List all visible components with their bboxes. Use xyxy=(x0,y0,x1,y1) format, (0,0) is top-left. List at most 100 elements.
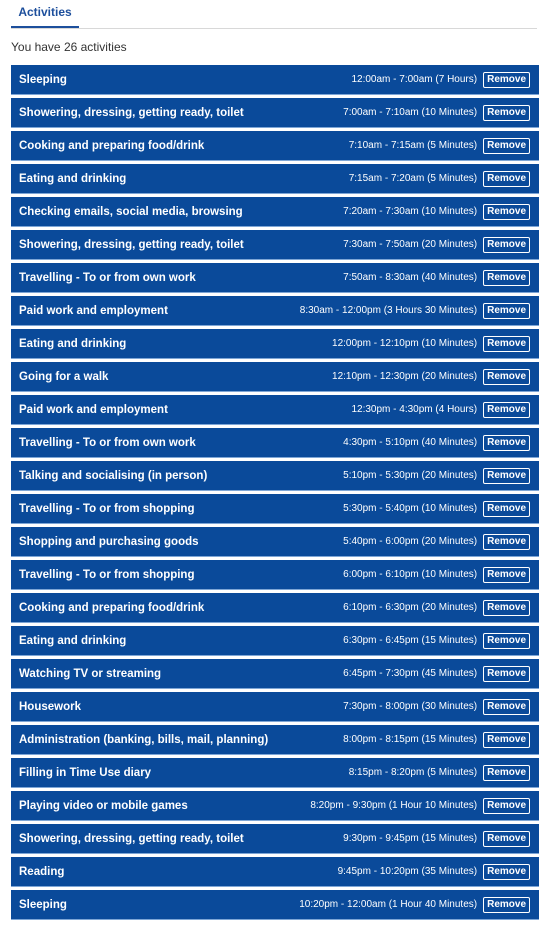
activity-name: Travelling - To or from own work xyxy=(19,436,196,449)
remove-button[interactable]: Remove xyxy=(483,533,530,550)
activity-name: Administration (banking, bills, mail, pl… xyxy=(19,733,269,746)
activity-time: 8:00pm - 8:15pm (15 Minutes) xyxy=(343,734,478,745)
activity-row[interactable]: Reading 9:45pm - 10:20pm (35 Minutes) Remo… xyxy=(11,857,539,887)
activity-name: Cooking and preparing food/drink xyxy=(19,139,205,152)
activity-row[interactable]: Cooking and preparing food/drink 6:10pm -… xyxy=(11,593,539,623)
activity-time: 7:30pm - 8:00pm (30 Minutes) xyxy=(343,701,478,712)
remove-button[interactable]: Remove xyxy=(483,566,530,583)
activity-time: 6:45pm - 7:30pm (45 Minutes) xyxy=(343,668,478,679)
remove-button[interactable]: Remove xyxy=(483,236,530,253)
remove-button[interactable]: Remove xyxy=(483,170,530,187)
activity-name: Paid work and employment xyxy=(19,304,168,317)
activity-name: Watching TV or streaming xyxy=(19,667,162,680)
activity-row[interactable]: Showering, dressing, getting ready, toil… xyxy=(11,824,539,854)
activity-time: 8:30am - 12:00pm (3 Hours 30 Minutes) xyxy=(299,305,478,316)
remove-button[interactable]: Remove xyxy=(483,269,530,286)
remove-button[interactable]: Remove xyxy=(483,764,530,781)
activity-name: Reading xyxy=(19,865,65,878)
activity-row[interactable]: Checking emails, social media, browsing 7… xyxy=(11,197,539,227)
activity-time: 7:50am - 8:30am (40 Minutes) xyxy=(343,272,478,283)
remove-button[interactable]: Remove xyxy=(483,731,530,748)
activity-time: 8:20pm - 9:30pm (1 Hour 10 Minutes) xyxy=(310,800,478,811)
activity-name: Sleeping xyxy=(19,73,67,86)
activity-row[interactable]: Filling in Time Use diary 8:15pm - 8:20pm… xyxy=(11,758,539,788)
remove-button[interactable]: Remove xyxy=(483,137,530,154)
tab-bar: Activities xyxy=(11,0,537,29)
remove-button[interactable]: Remove xyxy=(483,599,530,616)
activity-row[interactable]: Playing video or mobile games 8:20pm - 9:… xyxy=(11,791,539,821)
activity-time: 12:00am - 7:00am (7 Hours) xyxy=(351,74,478,85)
activity-name: Checking emails, social media, browsing xyxy=(19,205,243,218)
activity-row[interactable]: Administration (banking, bills, mail, pl… xyxy=(11,725,539,755)
remove-button[interactable]: Remove xyxy=(483,863,530,880)
activity-name: Sleeping xyxy=(19,898,67,911)
activity-time: 12:10pm - 12:30pm (20 Minutes) xyxy=(332,371,478,382)
activity-row[interactable]: Showering, dressing, getting ready, toil… xyxy=(11,98,539,128)
activity-row[interactable]: Paid work and employment 8:30am - 12:00pm… xyxy=(11,296,539,326)
remove-button[interactable]: Remove xyxy=(483,467,530,484)
activity-count: You have 26 activities xyxy=(11,40,127,54)
activity-name: Showering, dressing, getting ready, toil… xyxy=(19,238,244,251)
activity-time: 6:00pm - 6:10pm (10 Minutes) xyxy=(343,569,478,580)
remove-button[interactable]: Remove xyxy=(483,335,530,352)
activity-name: Housework xyxy=(19,700,81,713)
activity-name: Eating and drinking xyxy=(19,634,127,647)
activity-name: Travelling - To or from shopping xyxy=(19,568,195,581)
activity-row[interactable]: Cooking and preparing food/drink 7:10am -… xyxy=(11,131,539,161)
activity-name: Filling in Time Use diary xyxy=(19,766,152,779)
activity-row[interactable]: Travelling - To or from shopping 5:30pm -… xyxy=(11,494,539,524)
tab-activities[interactable]: Activities xyxy=(11,0,79,28)
activity-row[interactable]: Housework 7:30pm - 8:00pm (30 Minutes) Rem… xyxy=(11,692,539,722)
activity-name: Going for a walk xyxy=(19,370,109,383)
activity-row[interactable]: Eating and drinking 7:15am - 7:20am (5 Mi… xyxy=(11,164,539,194)
activity-name: Cooking and preparing food/drink xyxy=(19,601,205,614)
remove-button[interactable]: Remove xyxy=(483,632,530,649)
activity-row[interactable]: Travelling - To or from own work 7:50am -… xyxy=(11,263,539,293)
activity-name: Travelling - To or from shopping xyxy=(19,502,195,515)
activity-time: 5:10pm - 5:30pm (20 Minutes) xyxy=(343,470,478,481)
activity-time: 7:20am - 7:30am (10 Minutes) xyxy=(343,206,478,217)
remove-button[interactable]: Remove xyxy=(483,368,530,385)
activity-row[interactable]: Watching TV or streaming 6:45pm - 7:30pm … xyxy=(11,659,539,689)
activity-time: 7:00am - 7:10am (10 Minutes) xyxy=(343,107,478,118)
activity-time: 7:30am - 7:50am (20 Minutes) xyxy=(343,239,478,250)
activity-time: 5:30pm - 5:40pm (10 Minutes) xyxy=(343,503,478,514)
activity-time: 12:00pm - 12:10pm (10 Minutes) xyxy=(332,338,478,349)
remove-button[interactable]: Remove xyxy=(483,665,530,682)
activity-name: Playing video or mobile games xyxy=(19,799,188,812)
activity-row[interactable]: Sleeping 10:20pm - 12:00am (1 Hour 40 Min… xyxy=(11,890,539,920)
activity-row[interactable]: Eating and drinking 6:30pm - 6:45pm (15 M… xyxy=(11,626,539,656)
activity-time: 6:30pm - 6:45pm (15 Minutes) xyxy=(343,635,478,646)
remove-button[interactable]: Remove xyxy=(483,71,530,88)
activity-time: 7:15am - 7:20am (5 Minutes) xyxy=(348,173,478,184)
activity-name: Talking and socialising (in person) xyxy=(19,469,208,482)
remove-button[interactable]: Remove xyxy=(483,797,530,814)
activity-name: Eating and drinking xyxy=(19,172,127,185)
remove-button[interactable]: Remove xyxy=(483,434,530,451)
remove-button[interactable]: Remove xyxy=(483,302,530,319)
activity-row[interactable]: Shopping and purchasing goods 5:40pm - 6:… xyxy=(11,527,539,557)
activity-row[interactable]: Eating and drinking 12:00pm - 12:10pm (10… xyxy=(11,329,539,359)
activity-row[interactable]: Going for a walk 12:10pm - 12:30pm (20 Mi… xyxy=(11,362,539,392)
activity-row[interactable]: Travelling - To or from shopping 6:00pm -… xyxy=(11,560,539,590)
activity-name: Eating and drinking xyxy=(19,337,127,350)
remove-button[interactable]: Remove xyxy=(483,830,530,847)
remove-button[interactable]: Remove xyxy=(483,401,530,418)
remove-button[interactable]: Remove xyxy=(483,203,530,220)
activity-time: 12:30pm - 4:30pm (4 Hours) xyxy=(351,404,478,415)
activity-name: Showering, dressing, getting ready, toil… xyxy=(19,106,244,119)
activity-time: 9:45pm - 10:20pm (35 Minutes) xyxy=(337,866,478,877)
activity-name: Showering, dressing, getting ready, toil… xyxy=(19,832,244,845)
activity-row[interactable]: Travelling - To or from own work 4:30pm -… xyxy=(11,428,539,458)
activity-row[interactable]: Showering, dressing, getting ready, toil… xyxy=(11,230,539,260)
activity-time: 7:10am - 7:15am (5 Minutes) xyxy=(348,140,478,151)
activity-row[interactable]: Paid work and employment 12:30pm - 4:30pm… xyxy=(11,395,539,425)
activity-row[interactable]: Sleeping 12:00am - 7:00am (7 Hours) Remove xyxy=(11,65,539,95)
remove-button[interactable]: Remove xyxy=(483,896,530,913)
remove-button[interactable]: Remove xyxy=(483,104,530,121)
activity-row[interactable]: Talking and socialising (in person) 5:10p… xyxy=(11,461,539,491)
activity-time: 10:20pm - 12:00am (1 Hour 40 Minutes) xyxy=(299,899,478,910)
remove-button[interactable]: Remove xyxy=(483,500,530,517)
activity-time: 4:30pm - 5:10pm (40 Minutes) xyxy=(343,437,478,448)
remove-button[interactable]: Remove xyxy=(483,698,530,715)
